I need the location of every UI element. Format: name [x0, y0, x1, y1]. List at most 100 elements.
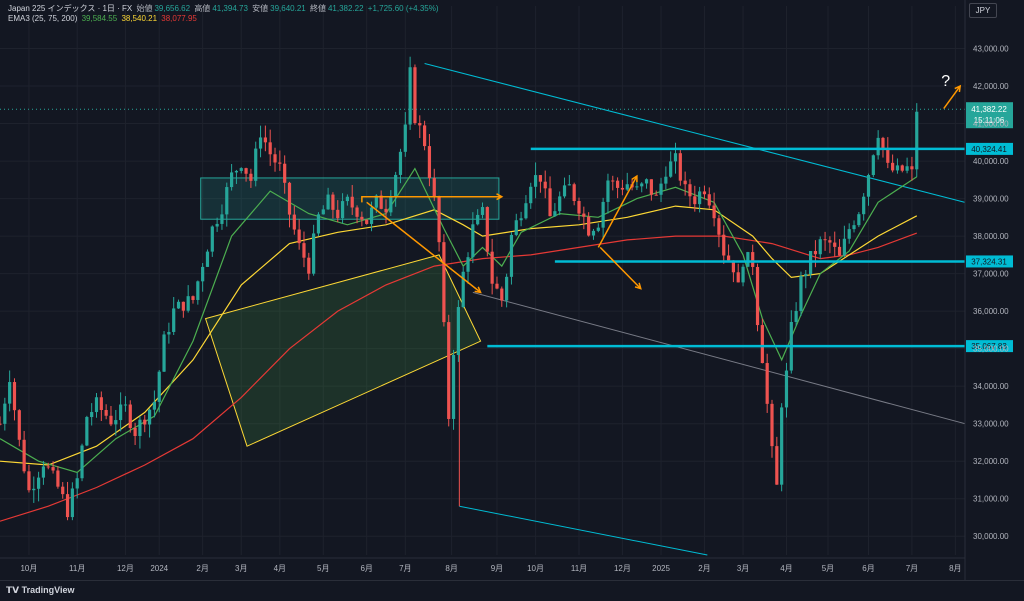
candle-body[interactable] — [181, 301, 185, 311]
candle-body[interactable] — [649, 179, 653, 195]
candle-body[interactable] — [336, 209, 340, 219]
candle-body[interactable] — [495, 283, 499, 289]
candle-body[interactable] — [432, 178, 436, 198]
candle-body[interactable] — [799, 276, 803, 311]
candle-body[interactable] — [601, 201, 605, 228]
candle-body[interactable] — [514, 220, 518, 235]
candle-body[interactable] — [312, 233, 316, 274]
candle-body[interactable] — [741, 266, 745, 283]
candle-body[interactable] — [205, 251, 210, 267]
candle-body[interactable] — [114, 420, 118, 425]
candle-body[interactable] — [673, 153, 678, 162]
candle-body[interactable] — [258, 137, 263, 149]
candle-body[interactable] — [760, 325, 764, 364]
candle-body[interactable] — [562, 185, 567, 197]
candle-body[interactable] — [147, 409, 152, 425]
candle-body[interactable] — [620, 187, 625, 190]
candle-body[interactable] — [41, 466, 46, 478]
candle-body[interactable] — [558, 196, 562, 212]
candle-body[interactable] — [847, 229, 851, 239]
candle-body[interactable] — [736, 272, 740, 283]
candle-body[interactable] — [287, 182, 292, 215]
candle-body[interactable] — [196, 281, 200, 300]
candle-body[interactable] — [683, 180, 687, 185]
candle-body[interactable] — [331, 194, 335, 210]
candle-body[interactable] — [876, 137, 880, 156]
candle-body[interactable] — [273, 154, 277, 163]
candle-body[interactable] — [567, 184, 571, 186]
candle-body[interactable] — [394, 174, 398, 198]
candle-body[interactable] — [485, 207, 489, 252]
channel-box[interactable] — [204, 254, 482, 447]
candle-body[interactable] — [85, 417, 89, 446]
candle-body[interactable] — [220, 214, 224, 224]
candle-body[interactable] — [369, 207, 374, 224]
candle-body[interactable] — [664, 176, 668, 184]
candle-body[interactable] — [176, 301, 181, 309]
candle-body[interactable] — [418, 123, 422, 126]
candle-body[interactable] — [669, 161, 673, 177]
candle-body[interactable] — [157, 371, 161, 402]
candle-body[interactable] — [268, 142, 272, 155]
candle-body[interactable] — [702, 191, 707, 195]
candle-body[interactable] — [616, 180, 620, 188]
candle-body[interactable] — [722, 234, 726, 256]
candle-body[interactable] — [678, 153, 682, 181]
candle-body[interactable] — [871, 155, 875, 176]
candle-body[interactable] — [548, 188, 552, 217]
candle-body[interactable] — [813, 251, 818, 255]
candle-body[interactable] — [292, 214, 296, 230]
candle-body[interactable] — [837, 246, 842, 256]
candle-body[interactable] — [770, 403, 774, 447]
candle-body[interactable] — [572, 184, 576, 202]
candle-body[interactable] — [172, 308, 176, 332]
candle-body[interactable] — [437, 197, 441, 243]
candle-body[interactable] — [640, 183, 644, 187]
candle-body[interactable] — [80, 445, 84, 479]
candle-body[interactable] — [726, 255, 731, 261]
candle-body[interactable] — [519, 218, 523, 221]
candle-body[interactable] — [842, 238, 846, 256]
candle-body[interactable] — [225, 187, 229, 215]
candle-body[interactable] — [143, 419, 147, 425]
candle-body[interactable] — [862, 196, 866, 215]
tradingview-logo[interactable]: 𝗧𝗩 TradingView — [6, 585, 74, 596]
candle-body[interactable] — [823, 239, 827, 241]
candle-body[interactable] — [698, 191, 702, 205]
candle-body[interactable] — [389, 197, 393, 213]
candle-body[interactable] — [480, 207, 485, 215]
candle-body[interactable] — [345, 196, 349, 202]
candle-body[interactable] — [900, 165, 904, 171]
candle-body[interactable] — [543, 181, 547, 189]
candle-body[interactable] — [254, 148, 258, 181]
candle-body[interactable] — [582, 213, 586, 217]
candle-body[interactable] — [423, 125, 427, 147]
symbol-title[interactable]: Japan 225 インデックス · 1日 · FX — [8, 4, 132, 13]
candle-body[interactable] — [138, 419, 142, 437]
candle-body[interactable] — [234, 170, 239, 173]
candle-body[interactable] — [746, 252, 750, 267]
candle-body[interactable] — [17, 410, 21, 440]
candle-body[interactable] — [398, 151, 403, 175]
candle-body[interactable] — [451, 355, 456, 419]
candle-body[interactable] — [828, 240, 832, 243]
candle-body[interactable] — [606, 180, 610, 202]
candle-body[interactable] — [119, 404, 123, 421]
candle-body[interactable] — [891, 162, 895, 171]
candle-body[interactable] — [784, 370, 789, 408]
candle-body[interactable] — [804, 274, 808, 277]
currency-button[interactable]: JPY — [969, 3, 997, 18]
candle-body[interactable] — [12, 382, 17, 411]
candle-body[interactable] — [688, 184, 692, 197]
candle-body[interactable] — [659, 183, 663, 195]
candle-body[interactable] — [244, 168, 248, 174]
candle-body[interactable] — [553, 211, 557, 217]
candle-body[interactable] — [278, 162, 282, 164]
candle-body[interactable] — [384, 208, 388, 213]
candle-body[interactable] — [635, 186, 639, 188]
candle-body[interactable] — [693, 196, 697, 205]
candle-body[interactable] — [0, 423, 2, 425]
candle-body[interactable] — [321, 209, 325, 215]
candle-body[interactable] — [3, 403, 7, 424]
candle-body[interactable] — [905, 166, 909, 171]
